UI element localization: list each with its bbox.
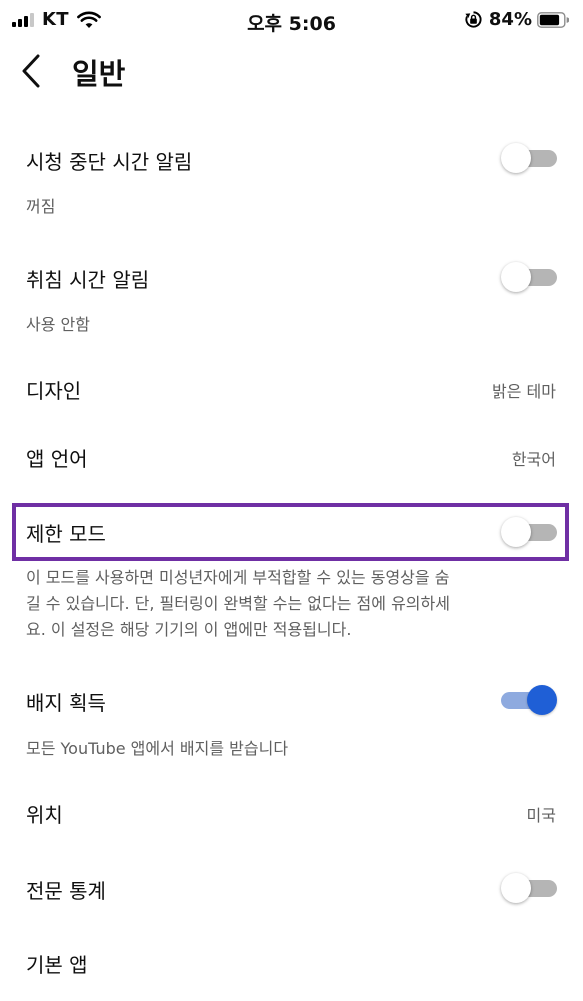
setting-title: 전문 통계 bbox=[26, 879, 106, 903]
description-line: 이 모드를 사용하면 미성년자에게 부적합할 수 있는 동영상을 숨 bbox=[26, 568, 450, 587]
setting-subtitle: 모든 YouTube 앱에서 배지를 받습니다 bbox=[26, 739, 289, 758]
toggle-knob bbox=[501, 262, 531, 292]
setting-design[interactable]: 디자인 밝은 테마 bbox=[0, 360, 583, 416]
setting-app-language[interactable]: 앱 언어 한국어 bbox=[0, 428, 583, 484]
setting-title: 위치 bbox=[26, 803, 63, 827]
watch-break-toggle[interactable] bbox=[501, 141, 557, 175]
setting-subtitle: 꺼짐 bbox=[26, 197, 56, 216]
setting-value: 밝은 테마 bbox=[492, 382, 556, 401]
setting-title: 시청 중단 시간 알림 bbox=[26, 150, 193, 174]
restricted-mode-toggle[interactable] bbox=[501, 515, 557, 549]
description-line: 요. 이 설정은 해당 기기의 이 앱에만 적용됩니다. bbox=[26, 620, 352, 639]
setting-value: 한국어 bbox=[511, 450, 556, 469]
toggle-knob bbox=[527, 685, 557, 715]
rotation-lock-icon bbox=[465, 11, 482, 28]
restricted-mode-description: 이 모드를 사용하면 미성년자에게 부적합할 수 있는 동영상을 숨 길 수 있… bbox=[26, 565, 506, 643]
setting-title: 디자인 bbox=[26, 379, 82, 403]
setting-title: 기본 앱 bbox=[26, 953, 88, 977]
setting-title: 배지 획득 bbox=[26, 691, 106, 715]
bedtime-toggle[interactable] bbox=[501, 260, 557, 294]
setting-bedtime[interactable]: 취침 시간 알림 사용 안함 bbox=[0, 245, 583, 345]
setting-default-app[interactable]: 기본 앱 bbox=[0, 934, 583, 990]
page-title: 일반 bbox=[72, 57, 126, 91]
back-arrow-icon[interactable] bbox=[16, 52, 50, 90]
header: 일반 bbox=[0, 42, 583, 100]
toggle-knob bbox=[501, 143, 531, 173]
setting-watch-break[interactable]: 시청 중단 시간 알림 꺼짐 bbox=[0, 127, 583, 227]
status-bar: KT 오후 5:06 84% bbox=[0, 0, 583, 42]
setting-value: 미국 bbox=[526, 806, 556, 825]
status-right: 84% bbox=[464, 9, 569, 30]
battery-icon bbox=[537, 11, 569, 28]
setting-title: 제한 모드 bbox=[26, 522, 106, 546]
setting-location[interactable]: 위치 미국 bbox=[0, 784, 583, 840]
battery-percentage: 84% bbox=[488, 9, 532, 30]
setting-stats-for-nerds[interactable]: 전문 통계 bbox=[0, 858, 583, 918]
setting-subtitle: 사용 안함 bbox=[26, 315, 90, 334]
toggle-knob bbox=[501, 873, 531, 903]
setting-title: 취침 시간 알림 bbox=[26, 268, 150, 292]
toggle-knob bbox=[501, 517, 531, 547]
badges-toggle[interactable] bbox=[501, 683, 557, 717]
setting-restricted-mode[interactable]: 제한 모드 bbox=[0, 507, 583, 557]
description-line: 길 수 있습니다. 단, 필터링이 완벽할 수는 없다는 점에 유의하세 bbox=[26, 594, 450, 613]
setting-badges[interactable]: 배지 획득 모든 YouTube 앱에서 배지를 받습니다 bbox=[0, 670, 583, 770]
setting-title: 앱 언어 bbox=[26, 447, 88, 471]
stats-for-nerds-toggle[interactable] bbox=[501, 871, 557, 905]
